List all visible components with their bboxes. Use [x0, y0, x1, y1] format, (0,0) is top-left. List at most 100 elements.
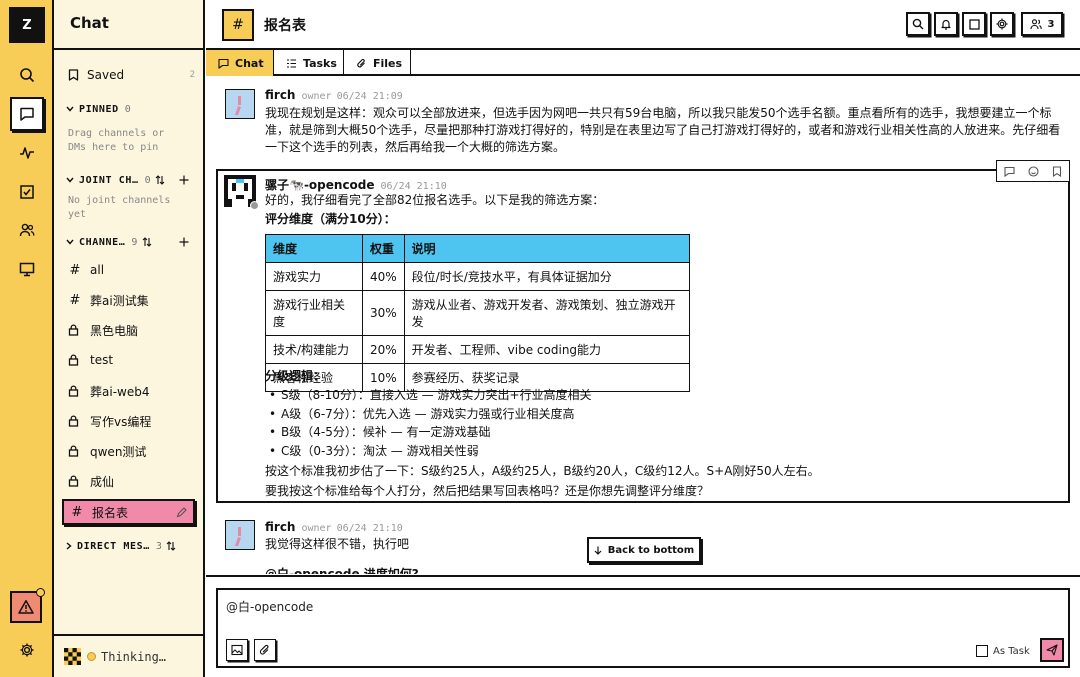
bookmark-icon[interactable]	[1052, 165, 1062, 177]
message-item-highlighted: 骡子🐄-opencode 06/24 21:10 好的，我仔细看完了全部82位报…	[216, 169, 1070, 503]
message-author[interactable]: firch	[265, 88, 295, 102]
channel-label: 葬ai测试集	[90, 293, 149, 308]
edit-icon[interactable]	[176, 506, 187, 518]
message-role: owner	[301, 91, 332, 102]
agent-avatar	[64, 648, 81, 665]
warning-icon	[18, 599, 34, 615]
sort-icon[interactable]	[142, 237, 152, 247]
channel-item[interactable]: # 葬ai测试集	[62, 287, 195, 313]
next-message-preview: @白-opencode 进度如何?	[265, 567, 419, 574]
people-icon[interactable]	[10, 213, 44, 247]
channel-label: 写作vs编程	[90, 414, 152, 429]
message-actions-toolbar	[996, 160, 1070, 182]
user-avatar	[225, 520, 255, 550]
table-header-cell: 权重	[362, 234, 405, 263]
pinned-hint: Drag channels or DMs here to pin	[68, 128, 165, 153]
search-icon[interactable]	[10, 58, 44, 92]
chevron-down-icon	[66, 239, 74, 245]
channel-item[interactable]: 葬ai-web4	[62, 378, 195, 404]
member-count: 3	[1047, 18, 1055, 30]
sort-icon[interactable]	[155, 175, 165, 185]
message-author[interactable]: firch	[265, 520, 295, 534]
monitor-icon[interactable]	[10, 252, 44, 286]
table-header-cell: 维度	[265, 234, 363, 263]
tab-files[interactable]: Files	[344, 50, 411, 76]
pinned-count: 0	[124, 103, 132, 115]
back-to-bottom-label: Back to bottom	[607, 544, 695, 556]
gear-icon	[996, 18, 1008, 30]
tab-tasks[interactable]: Tasks	[274, 50, 344, 76]
saved-label: Saved	[87, 68, 125, 82]
sidebar-title: Chat	[54, 0, 203, 50]
pinned-label: PINNED	[79, 103, 119, 115]
sort-icon[interactable]	[166, 541, 176, 551]
emoji-icon[interactable]	[1028, 165, 1039, 177]
message-text: 我现在规划是这样：观众可以全部放进来，但选手因为网吧一共只有59台电脑，所以我只…	[265, 106, 1061, 154]
joint-section-header[interactable]: JOINT CH… 0	[66, 172, 195, 188]
message-time: 06/24 21:09	[336, 91, 403, 102]
channel-item[interactable]: 成仙	[62, 468, 195, 494]
message-time: 06/24 21:10	[336, 523, 403, 534]
channel-item[interactable]: 黑色电脑	[62, 317, 195, 343]
alert-badge	[36, 588, 45, 597]
notifications-button[interactable]	[934, 12, 958, 36]
lock-icon	[68, 475, 82, 487]
table-cell: 20%	[362, 335, 405, 364]
lock-icon	[68, 445, 82, 457]
members-button[interactable]: 3	[1021, 12, 1063, 36]
channels-section-header[interactable]: CHANNE… 9	[66, 234, 195, 250]
thinking-dot-icon	[87, 652, 96, 661]
header-search-button[interactable]	[906, 12, 930, 36]
activity-icon[interactable]	[10, 136, 44, 170]
channel-label: qwen测试	[90, 444, 147, 459]
lock-icon	[68, 385, 82, 397]
direct-section-header[interactable]: DIRECT MES… 3	[66, 538, 195, 554]
channel-item[interactable]: test	[62, 347, 195, 373]
channel-label: test	[90, 353, 114, 367]
sidebar-item-saved[interactable]: Saved 2	[62, 62, 195, 88]
channel-label: 成仙	[90, 474, 115, 489]
channel-item-active[interactable]: # 报名表	[62, 499, 195, 525]
back-to-bottom-button[interactable]: Back to bottom	[587, 537, 701, 563]
tasks-nav-icon[interactable]	[10, 175, 44, 209]
message-input[interactable]: @白-opencode	[226, 598, 313, 615]
image-upload-button[interactable]	[226, 639, 248, 661]
message-time: 06/24 21:10	[380, 181, 447, 192]
channel-item[interactable]: 写作vs编程	[62, 408, 195, 434]
chat-bubble-icon	[218, 58, 229, 69]
hash-icon: #	[69, 262, 81, 278]
table-cell: 游戏从业者、游戏开发者、游戏策划、独立游戏开发	[403, 290, 691, 336]
tab-label: Chat	[235, 56, 264, 70]
joint-label: JOINT CH…	[79, 174, 139, 186]
workspace-logo[interactable]: Z	[9, 7, 45, 43]
pinned-section-header[interactable]: PINNED 0	[66, 101, 195, 117]
send-button[interactable]	[1040, 638, 1064, 662]
channel-sidebar: Chat Saved 2 PINNED 0 Drag channels or D…	[54, 0, 205, 677]
direct-count: 3	[155, 540, 163, 552]
joint-count: 0	[144, 174, 152, 186]
as-task-checkbox[interactable]	[976, 645, 988, 657]
channel-item[interactable]: qwen测试	[62, 438, 195, 464]
message-author[interactable]: 骡子🐄-opencode	[265, 176, 375, 193]
scoring-table: 维度 权重 说明 游戏实力 40% 段位/时长/竞技水平，有具体证据加分 游戏行…	[265, 234, 691, 392]
agent-status-bar: Thinking…	[54, 634, 203, 677]
chat-nav-icon[interactable]	[10, 97, 44, 131]
settings-icon[interactable]	[10, 633, 44, 667]
channel-label: 黑色电脑	[90, 323, 139, 338]
channel-header: # 报名表 3	[206, 0, 1080, 50]
add-joint-channel-icon[interactable]	[179, 175, 189, 185]
alert-button[interactable]	[10, 588, 45, 623]
chevron-down-icon	[66, 106, 74, 112]
reply-icon[interactable]	[1004, 166, 1015, 177]
tab-chat[interactable]: Chat	[206, 50, 274, 76]
add-channel-icon[interactable]	[179, 237, 189, 247]
attach-file-button[interactable]	[254, 639, 276, 661]
panel-toggle-button[interactable]	[962, 12, 986, 36]
channel-item[interactable]: # all	[62, 257, 195, 283]
channel-settings-button[interactable]	[990, 12, 1014, 36]
message-role: owner	[301, 523, 332, 534]
as-task-toggle[interactable]: As Task	[976, 645, 1030, 657]
hash-icon: #	[69, 292, 81, 308]
composer-box[interactable]: @白-opencode As Task	[216, 588, 1070, 668]
presence-dot	[250, 201, 259, 210]
